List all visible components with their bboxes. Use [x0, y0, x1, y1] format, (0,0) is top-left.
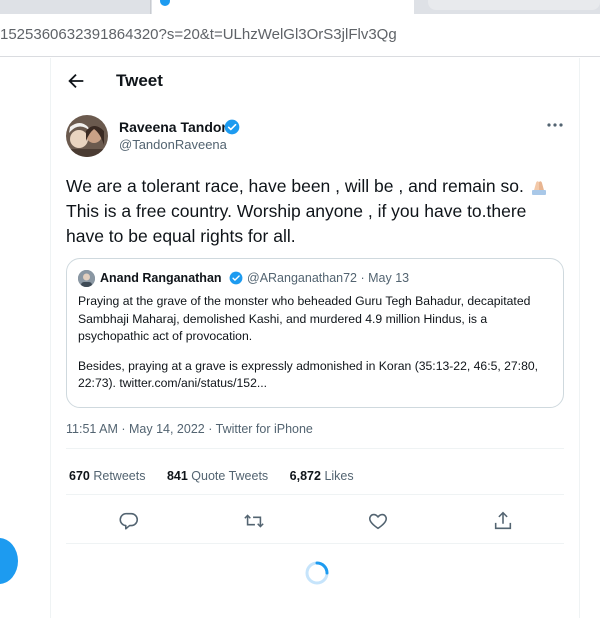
- tweet-action-bar: [66, 510, 564, 534]
- arrow-left-icon[interactable]: [65, 70, 87, 92]
- url-text[interactable]: 1525360632391864320?s=20&t=ULhzWelGl3OrS…: [0, 26, 397, 43]
- folded-hands-emoji-icon: [531, 181, 546, 195]
- divider: [66, 543, 564, 544]
- twitter-favicon-icon: [160, 0, 170, 6]
- divider: [66, 494, 564, 495]
- quoted-author-meta: @ARanganathan72 · May 13: [247, 271, 410, 285]
- reply-icon[interactable]: [118, 510, 140, 532]
- retweet-icon[interactable]: [243, 510, 265, 532]
- address-bar[interactable]: 1525360632391864320?s=20&t=ULhzWelGl3OrS…: [0, 16, 600, 57]
- quoted-paragraph: Praying at the grave of the monster who …: [78, 294, 531, 343]
- quote-tweets-stat[interactable]: 841 Quote Tweets: [167, 469, 268, 483]
- more-dots-icon[interactable]: [545, 118, 565, 132]
- quoted-author-avatar: [78, 270, 95, 287]
- tweet-stats: 670 Retweets 841 Quote Tweets 6,872 Like…: [69, 469, 372, 483]
- author-name[interactable]: Raveena Tandon: [119, 119, 230, 135]
- browser-tab[interactable]: [428, 0, 600, 10]
- browser-tab-active[interactable]: [152, 0, 414, 14]
- heart-icon[interactable]: [367, 510, 389, 532]
- tweet-header: Tweet: [51, 58, 579, 104]
- verified-badge-icon: [224, 119, 240, 135]
- tweet-text-part: We are a tolerant race, have been , will…: [66, 176, 529, 196]
- avatar-image: [66, 115, 108, 157]
- author-handle[interactable]: @TandonRaveena: [119, 137, 227, 152]
- loading-spinner-icon: [305, 561, 329, 585]
- share-icon[interactable]: [492, 510, 514, 532]
- tweet-text-part: This is a free country. Worship anyone ,…: [66, 201, 527, 246]
- likes-stat[interactable]: 6,872 Likes: [290, 469, 354, 483]
- divider: [66, 448, 564, 449]
- browser-tab[interactable]: [0, 0, 151, 14]
- tweet-column: Tweet Raveena Tandon @TandonRaveena We a…: [50, 58, 580, 618]
- quoted-author-name: Anand Ranganathan: [100, 271, 222, 285]
- quoted-tweet-card[interactable]: Anand Ranganathan @ARanganathan72 · May …: [66, 258, 564, 408]
- browser-tab-strip: [0, 0, 600, 14]
- compose-tweet-button[interactable]: [0, 538, 18, 584]
- page-title: Tweet: [116, 71, 163, 90]
- tweet-text: We are a tolerant race, have been , will…: [66, 174, 566, 249]
- tweet-timestamp[interactable]: 11:51 AM · May 14, 2022 · Twitter for iP…: [66, 422, 313, 436]
- verified-badge-icon: [229, 271, 243, 285]
- retweets-stat[interactable]: 670 Retweets: [69, 469, 145, 483]
- author-avatar[interactable]: [66, 115, 108, 157]
- quoted-tweet-text: Praying at the grave of the monster who …: [78, 293, 556, 405]
- quoted-paragraph: Besides, praying at a grave is expressly…: [78, 358, 539, 391]
